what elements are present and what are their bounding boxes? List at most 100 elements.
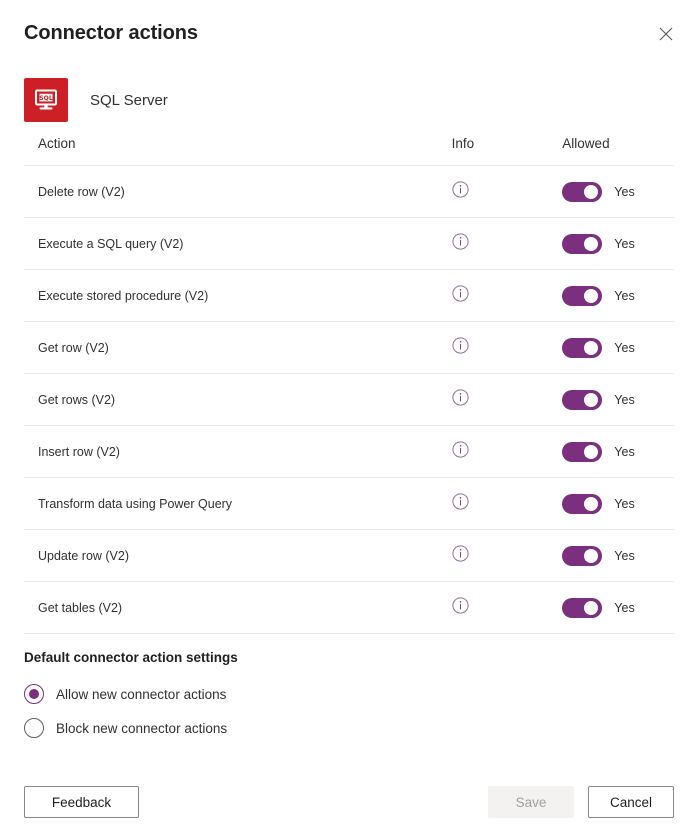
allowed-toggle-wrap: Yes bbox=[562, 218, 674, 269]
allowed-cell: Yes bbox=[562, 374, 674, 426]
column-header-info: Info bbox=[452, 136, 563, 166]
info-cell bbox=[452, 374, 563, 426]
table-row: Execute a SQL query (V2) Yes bbox=[24, 218, 674, 270]
info-icon[interactable] bbox=[452, 337, 469, 354]
info-icon[interactable] bbox=[452, 493, 469, 510]
toggle-knob bbox=[584, 289, 598, 303]
allowed-toggle-wrap: Yes bbox=[562, 374, 674, 425]
column-header-action: Action bbox=[24, 136, 452, 166]
connector-name: SQL Server bbox=[90, 92, 168, 109]
allowed-toggle[interactable] bbox=[562, 494, 602, 514]
allowed-cell: Yes bbox=[562, 478, 674, 530]
toggle-knob bbox=[584, 445, 598, 459]
table-body: Delete row (V2)YesExecute a SQL query (V… bbox=[24, 166, 674, 634]
info-icon[interactable] bbox=[452, 233, 469, 250]
save-button[interactable]: Save bbox=[488, 786, 574, 818]
allowed-cell: Yes bbox=[562, 270, 674, 322]
allowed-toggle-wrap: Yes bbox=[562, 270, 674, 321]
allowed-toggle-label: Yes bbox=[614, 497, 634, 511]
toggle-knob bbox=[584, 497, 598, 511]
allowed-cell: Yes bbox=[562, 582, 674, 634]
allowed-toggle-wrap: Yes bbox=[562, 426, 674, 477]
info-icon[interactable] bbox=[452, 389, 469, 406]
toggle-knob bbox=[584, 601, 598, 615]
radio-option-allow[interactable]: Allow new connector actions bbox=[24, 677, 674, 711]
info-cell bbox=[452, 270, 563, 322]
radio-indicator[interactable] bbox=[24, 684, 44, 704]
action-name-cell: Delete row (V2) bbox=[24, 166, 452, 218]
toggle-knob bbox=[584, 237, 598, 251]
default-settings-section: Default connector action settings Allow … bbox=[0, 634, 698, 745]
actions-table-wrap: Action Info Allowed Delete row (V2)YesEx… bbox=[0, 136, 698, 634]
info-cell bbox=[452, 582, 563, 634]
radio-indicator[interactable] bbox=[24, 718, 44, 738]
actions-table: Action Info Allowed Delete row (V2)YesEx… bbox=[24, 136, 674, 634]
allowed-toggle-wrap: Yes bbox=[562, 530, 674, 581]
allowed-toggle[interactable] bbox=[562, 442, 602, 462]
feedback-button[interactable]: Feedback bbox=[24, 786, 139, 818]
connector-actions-panel: Connector actions SQL SQL Server Action bbox=[0, 0, 698, 831]
info-icon[interactable] bbox=[452, 597, 469, 614]
default-settings-title: Default connector action settings bbox=[24, 650, 674, 665]
panel-footer: Feedback Save Cancel bbox=[0, 773, 698, 831]
info-icon[interactable] bbox=[452, 181, 469, 198]
table-row: Insert row (V2)Yes bbox=[24, 426, 674, 478]
allowed-cell: Yes bbox=[562, 426, 674, 478]
info-cell bbox=[452, 530, 563, 582]
toggle-knob bbox=[584, 393, 598, 407]
allowed-toggle-label: Yes bbox=[614, 237, 634, 251]
allowed-toggle-label: Yes bbox=[614, 549, 634, 563]
allowed-toggle-label: Yes bbox=[614, 289, 634, 303]
allowed-toggle-label: Yes bbox=[614, 601, 634, 615]
info-icon[interactable] bbox=[452, 285, 469, 302]
toggle-knob bbox=[584, 185, 598, 199]
allowed-toggle[interactable] bbox=[562, 234, 602, 254]
table-row: Delete row (V2) Yes bbox=[24, 166, 674, 218]
allowed-toggle[interactable] bbox=[562, 338, 602, 358]
info-cell bbox=[452, 322, 563, 374]
table-header-row: Action Info Allowed bbox=[24, 136, 674, 166]
allowed-toggle-wrap: Yes bbox=[562, 582, 674, 633]
radio-option-label: Block new connector actions bbox=[56, 721, 227, 736]
info-cell bbox=[452, 218, 563, 270]
table-row: Get rows (V2) Yes bbox=[24, 374, 674, 426]
table-row: Get row (V2) Yes bbox=[24, 322, 674, 374]
radio-option-label: Allow new connector actions bbox=[56, 687, 226, 702]
allowed-toggle-label: Yes bbox=[614, 393, 634, 407]
svg-text:SQL: SQL bbox=[39, 95, 53, 102]
info-icon[interactable] bbox=[452, 441, 469, 458]
allowed-toggle-label: Yes bbox=[614, 445, 634, 459]
page-title: Connector actions bbox=[24, 20, 674, 46]
info-cell bbox=[452, 166, 563, 218]
info-cell bbox=[452, 478, 563, 530]
allowed-toggle[interactable] bbox=[562, 182, 602, 202]
panel-header: Connector actions bbox=[0, 0, 698, 60]
allowed-toggle-wrap: Yes bbox=[562, 478, 674, 529]
info-cell bbox=[452, 426, 563, 478]
allowed-toggle[interactable] bbox=[562, 390, 602, 410]
close-icon[interactable] bbox=[652, 20, 680, 48]
allowed-toggle-label: Yes bbox=[614, 185, 634, 199]
table-row: Transform data using Power Query Yes bbox=[24, 478, 674, 530]
radio-option-block[interactable]: Block new connector actions bbox=[24, 711, 674, 745]
action-name-cell: Execute a SQL query (V2) bbox=[24, 218, 452, 270]
allowed-toggle[interactable] bbox=[562, 546, 602, 566]
action-name-cell: Transform data using Power Query bbox=[24, 478, 452, 530]
action-name-cell: Get rows (V2) bbox=[24, 374, 452, 426]
action-name-cell: Get tables (V2) bbox=[24, 582, 452, 634]
table-row: Get tables (V2) Yes bbox=[24, 582, 674, 634]
action-name-cell: Update row (V2) bbox=[24, 530, 452, 582]
info-icon[interactable] bbox=[452, 545, 469, 562]
connector-identity: SQL SQL Server bbox=[0, 60, 698, 126]
sql-server-icon: SQL bbox=[24, 78, 68, 122]
allowed-toggle-wrap: Yes bbox=[562, 166, 674, 217]
allowed-toggle-label: Yes bbox=[614, 341, 634, 355]
table-row: Update row (V2) Yes bbox=[24, 530, 674, 582]
allowed-toggle[interactable] bbox=[562, 598, 602, 618]
action-name-cell: Get row (V2) bbox=[24, 322, 452, 374]
allowed-toggle[interactable] bbox=[562, 286, 602, 306]
allowed-cell: Yes bbox=[562, 218, 674, 270]
action-name-cell: Execute stored procedure (V2) bbox=[24, 270, 452, 322]
cancel-button[interactable]: Cancel bbox=[588, 786, 674, 818]
toggle-knob bbox=[584, 549, 598, 563]
